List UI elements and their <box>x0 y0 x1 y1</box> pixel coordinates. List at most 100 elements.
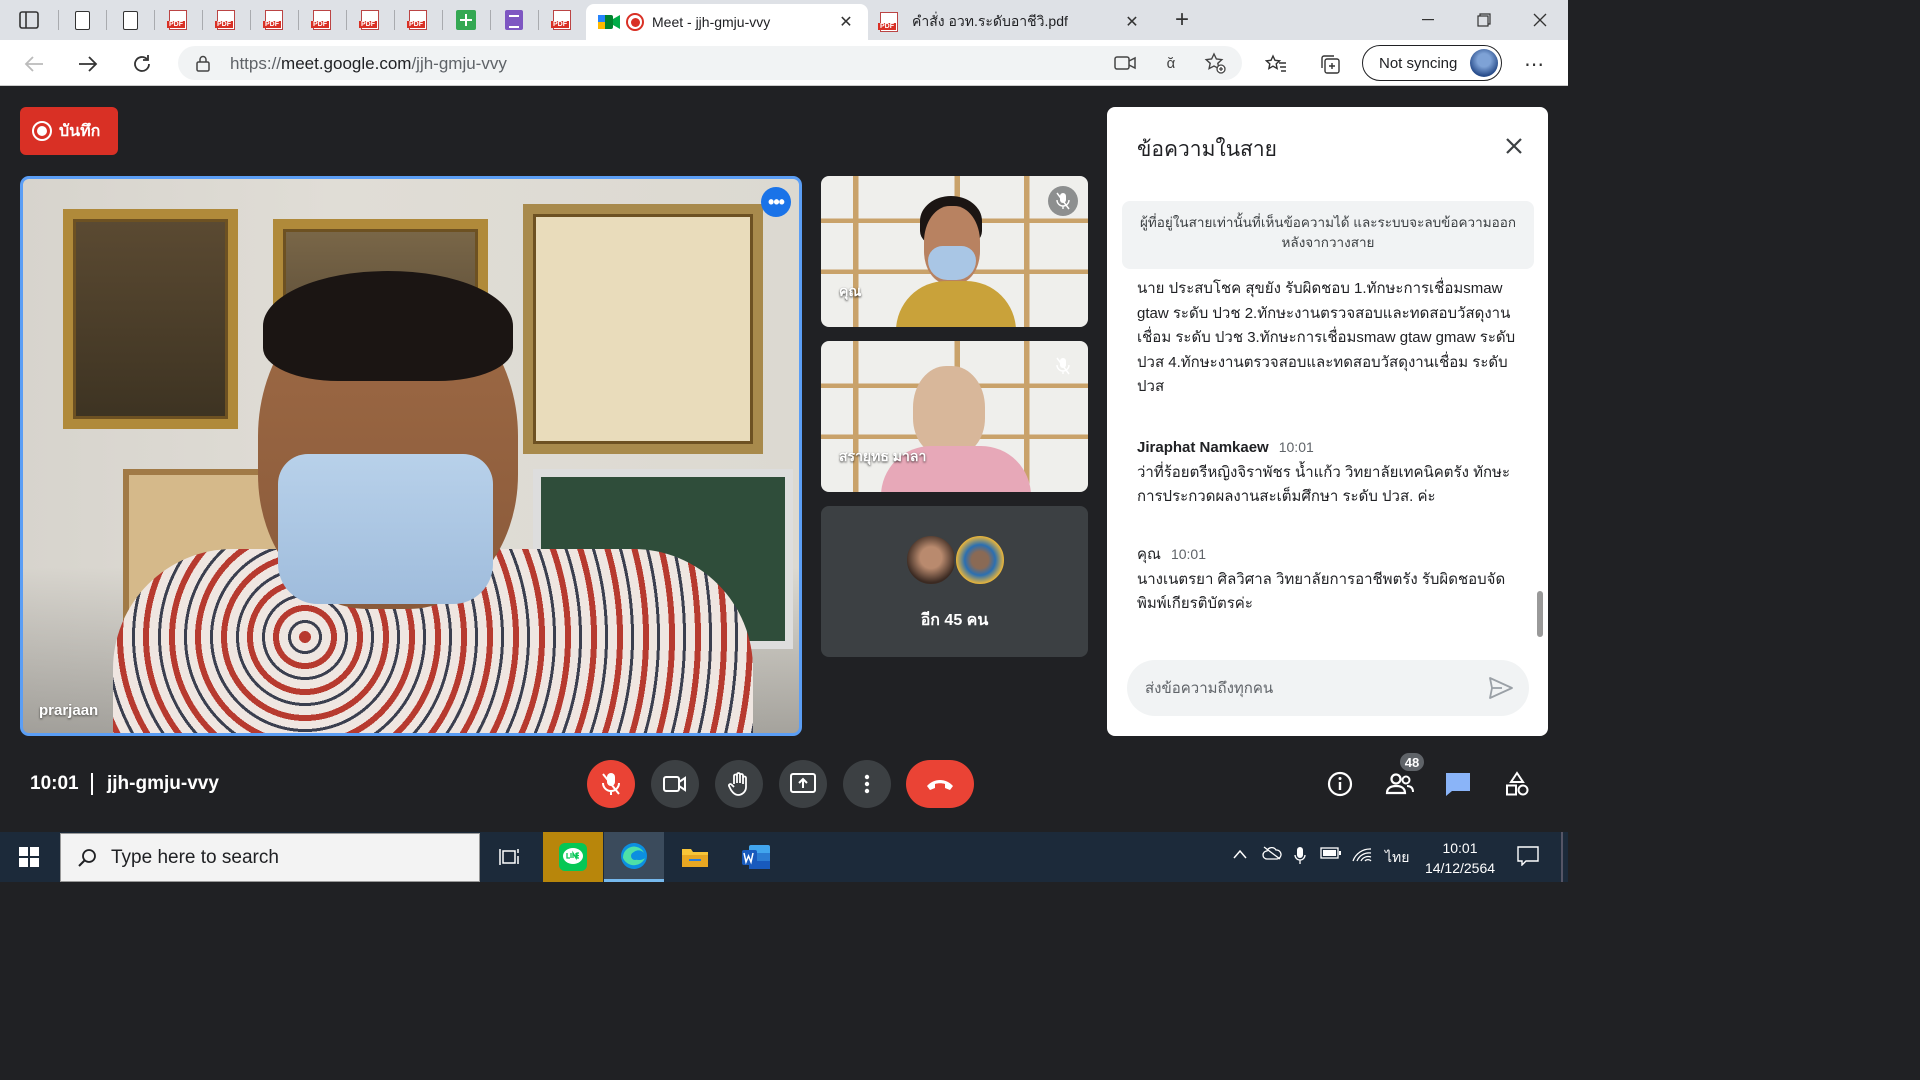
task-view-button[interactable] <box>480 832 540 882</box>
tab-pdf-2[interactable] <box>202 0 250 40</box>
close-tab-icon[interactable]: ✕ <box>836 12 856 32</box>
read-aloud-icon[interactable]: ᾰ <box>1160 52 1182 74</box>
new-tab-button[interactable]: + <box>1162 0 1202 40</box>
tab-title: คำสั่ง อวท.ระดับอาชีวิ.pdf <box>912 13 1068 29</box>
show-hidden-icons[interactable] <box>1232 846 1248 863</box>
chat-time: 10:01 <box>1278 439 1314 455</box>
tab-sheets[interactable] <box>442 0 490 40</box>
recording-badge[interactable]: บันทึก <box>20 107 118 155</box>
notification-center-icon[interactable] <box>1517 846 1539 870</box>
back-button[interactable] <box>18 48 50 80</box>
tab-pdf-4[interactable] <box>298 0 346 40</box>
document-icon <box>74 10 90 30</box>
participant-tile-you[interactable]: คุณ <box>821 176 1088 327</box>
tab-forms[interactable] <box>490 0 538 40</box>
main-video-tile[interactable]: ••• prarjaan <box>20 176 802 736</box>
tab-document-1[interactable] <box>58 0 106 40</box>
start-button[interactable] <box>0 832 58 882</box>
tab-document-2[interactable] <box>106 0 154 40</box>
forms-icon <box>505 10 523 30</box>
more-options-button[interactable] <box>843 760 891 808</box>
forward-button[interactable] <box>72 48 104 80</box>
settings-more-icon[interactable]: ⋯ <box>1518 48 1550 80</box>
profile-avatar <box>1470 49 1498 77</box>
participant-name: สรายุทธ มาลา <box>839 448 927 464</box>
tab-title: Meet - jjh-gmju-vvy <box>652 14 771 30</box>
participant-name: คุณ <box>839 283 862 299</box>
portrait-frame <box>63 209 238 429</box>
chat-message: คุณ 10:01 นางเนตรยา ศิลวิศาล วิทยาลัยการอ… <box>1137 542 1517 617</box>
windows-taskbar: Type here to search ไทย 10:01 14/12/2564 <box>0 832 1568 882</box>
more-options-icon[interactable]: ••• <box>761 187 791 217</box>
tab-pdf-document[interactable]: คำสั่ง อวท.ระดับอาชีวิ.pdf ✕ <box>868 4 1154 40</box>
show-desktop-button[interactable] <box>1561 832 1563 882</box>
taskbar-clock[interactable]: 10:01 14/12/2564 <box>1424 838 1496 878</box>
people-icon <box>1385 773 1414 795</box>
tab-pdf-1[interactable] <box>154 0 202 40</box>
chat-message: นาย ประสบโชค สุขยัง รับผิดชอบ 1.ทักษะการ… <box>1137 277 1517 400</box>
restore-button[interactable] <box>1456 0 1512 40</box>
address-bar[interactable]: https://meet.google.com/jjh-gmju-vvy ᾰ <box>178 46 1242 80</box>
wifi-icon[interactable] <box>1352 846 1372 866</box>
chat-panel: ข้อความในสาย ผู้ที่อยู่ในสายเท่านั้นที่เ… <box>1107 107 1548 736</box>
chat-button[interactable] <box>1438 764 1478 804</box>
url-text[interactable]: https://meet.google.com/jjh-gmju-vvy <box>230 54 507 74</box>
tab-meet[interactable]: Meet - jjh-gmju-vvy ✕ <box>586 4 868 40</box>
cloud-icon[interactable] <box>1262 846 1282 864</box>
send-icon[interactable] <box>1487 674 1515 702</box>
minimize-button[interactable] <box>1400 0 1456 40</box>
search-icon <box>78 848 96 867</box>
pdf-icon <box>878 12 898 32</box>
chat-input-box[interactable] <box>1127 660 1529 716</box>
sheets-icon <box>456 10 476 30</box>
battery-icon[interactable] <box>1320 846 1342 863</box>
taskbar-line-app[interactable] <box>543 832 603 882</box>
hand-icon <box>728 772 747 796</box>
edge-icon <box>621 842 647 869</box>
taskbar-file-explorer[interactable] <box>665 832 725 882</box>
add-favorite-icon[interactable] <box>1204 52 1226 74</box>
meeting-details-button[interactable] <box>1320 764 1360 804</box>
tab-pdf-5[interactable] <box>346 0 394 40</box>
info-icon <box>1327 771 1353 797</box>
microphone-icon[interactable] <box>1294 846 1306 870</box>
clock-date: 14/12/2564 <box>1424 860 1496 876</box>
taskbar-edge-app[interactable] <box>604 832 664 882</box>
toggle-mic-button[interactable] <box>587 760 635 808</box>
camera-permission-icon[interactable] <box>1114 52 1136 74</box>
chat-sender: คุณ <box>1137 546 1161 563</box>
chat-scrollbar[interactable] <box>1537 591 1543 637</box>
activities-button[interactable] <box>1497 764 1537 804</box>
profile-button[interactable]: Not syncing <box>1362 45 1502 81</box>
more-vert-icon <box>864 774 870 794</box>
taskbar-word-app[interactable] <box>726 832 786 882</box>
close-chat-button[interactable] <box>1499 131 1529 161</box>
speaker-mask <box>278 454 493 604</box>
tab-actions-icon[interactable] <box>0 0 58 40</box>
task-view-icon <box>499 849 519 865</box>
close-window-button[interactable] <box>1512 0 1568 40</box>
tab-pdf-7[interactable] <box>538 0 586 40</box>
chat-message-input[interactable] <box>1145 672 1465 704</box>
favorites-icon[interactable] <box>1260 48 1292 80</box>
present-screen-button[interactable] <box>779 760 827 808</box>
more-participants-label: อีก 45 คน <box>920 612 989 629</box>
lock-icon[interactable] <box>192 52 214 74</box>
toggle-camera-button[interactable] <box>651 760 699 808</box>
more-participants-tile[interactable]: อีก 45 คน <box>821 506 1088 657</box>
chat-title: ข้อความในสาย <box>1137 138 1277 161</box>
tab-pdf-6[interactable] <box>394 0 442 40</box>
tab-pdf-3[interactable] <box>250 0 298 40</box>
raise-hand-button[interactable] <box>715 760 763 808</box>
recording-indicator-icon <box>626 13 644 31</box>
address-toolbar: https://meet.google.com/jjh-gmju-vvy ᾰ N… <box>0 40 1568 86</box>
collections-icon[interactable] <box>1314 48 1346 80</box>
taskbar-search-box[interactable]: Type here to search <box>60 833 480 882</box>
participant-tile-2[interactable]: สรายุทธ มาลา <box>821 341 1088 492</box>
close-tab-icon[interactable]: ✕ <box>1122 12 1142 32</box>
chat-icon <box>1446 773 1470 796</box>
refresh-button[interactable] <box>126 48 158 80</box>
profile-sync-label: Not syncing <box>1379 54 1458 72</box>
input-language[interactable]: ไทย <box>1385 847 1409 869</box>
leave-call-button[interactable] <box>906 760 974 808</box>
